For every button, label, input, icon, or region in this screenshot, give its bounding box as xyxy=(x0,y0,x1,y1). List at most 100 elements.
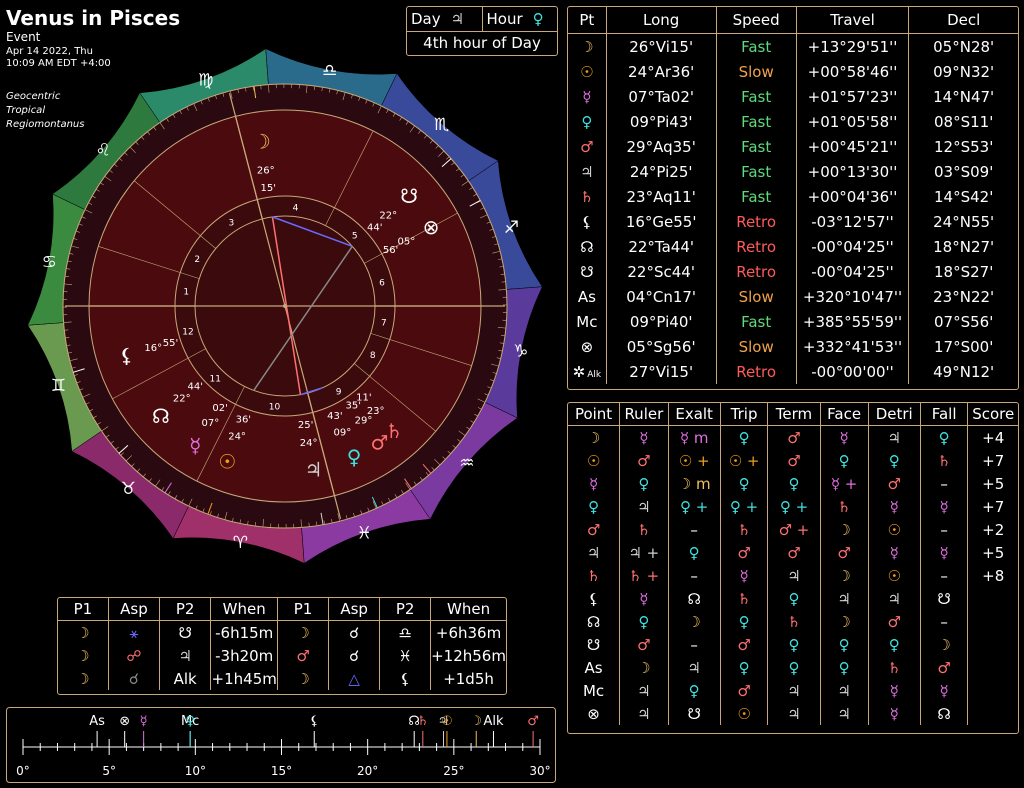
aspect-glyph: ☽ xyxy=(277,667,329,690)
pos-header-3: Travel xyxy=(795,7,909,34)
table-row: ♀ ♃ ♀ + ♀ + ♀ + ♄ ☿ ☿ +7 xyxy=(568,495,1018,518)
dignity-cell: ☉ xyxy=(719,702,768,725)
dignity-header-5: Face xyxy=(819,403,869,426)
aspect-header-0: P1 xyxy=(58,598,109,621)
dignity-cell: ♃ xyxy=(619,702,669,725)
dignity-cell: ♀ xyxy=(719,656,768,679)
dignity-cell: ♄ xyxy=(919,449,968,472)
hour-label: Hour xyxy=(486,10,523,28)
longitude-cell: 07°Ta02' xyxy=(605,84,717,109)
dignity-cell: ♃ xyxy=(619,495,669,518)
dignity-cell: ♄ xyxy=(586,566,601,585)
dignity-cell: ♀ xyxy=(819,656,869,679)
zodiac-sign-icon: ♎ xyxy=(322,61,337,81)
aspect-when: -6h15m xyxy=(210,620,278,644)
dignity-cell: +8 xyxy=(967,564,1018,587)
point-glyph: ☋ xyxy=(580,262,594,281)
pos-header-1: Long xyxy=(605,7,717,34)
dignity-cell: ♃ xyxy=(867,587,921,610)
aspect-glyph: ☽ xyxy=(277,620,329,644)
zodiac-sign-icon: ♌ xyxy=(95,140,110,160)
house-number: 7 xyxy=(381,318,387,328)
natal-wheel[interactable]: ♈♉♊♋♌♍ ♎♏♐♑♒♓123456789101112☽26°15'☉24°36… xyxy=(25,46,545,566)
aspect-when: -3h20m xyxy=(210,644,278,667)
dignity-cell: ☿ xyxy=(819,425,869,449)
speed-cell: Retro xyxy=(715,209,797,234)
positions-table: Pt Long Speed Travel Decl ☽ 26°Vi15' Fast +13°2… xyxy=(568,7,1018,384)
planet-icon: ☊ xyxy=(152,404,170,428)
aspect-glyph: ☍ xyxy=(107,644,160,667)
table-row: Mc 09°Pi40' Fast +385°55'59'' 07°S56' xyxy=(568,309,1018,334)
table-row: ⚸ ☿ ☊ ♄ ♀ ♃ ♃ ☋ xyxy=(568,587,1018,610)
planet-degree: 24° xyxy=(228,431,246,442)
aspects-table: P1 Asp P2 When P1 Asp P2 When ☽ ⚹ ☋ -6h15m ☽ ☌ ♎ +6h36… xyxy=(58,598,506,690)
declination-cell: 05°N28' xyxy=(908,33,1018,59)
house-number: 10 xyxy=(269,402,281,412)
dignity-cell: ☽ xyxy=(819,610,869,633)
table-row: ☊ 22°Ta44' Retro -00°04'25'' 18°N27' xyxy=(568,234,1018,259)
declination-cell: 07°S56' xyxy=(908,309,1018,334)
longitude-cell: 09°Pi43' xyxy=(605,109,717,134)
dignity-cell: ♃ xyxy=(819,679,869,702)
dignity-cell: ☿ xyxy=(619,587,669,610)
house-number: 1 xyxy=(183,288,189,298)
planet-icon: ☿ xyxy=(189,434,201,458)
aspect-glyph: ☽ xyxy=(76,646,90,665)
aspect-when: +1d5h xyxy=(430,667,506,690)
planet-minute: 43' xyxy=(327,411,342,422)
dignity-cell: ♂ + xyxy=(767,518,821,541)
dignity-cell: +7 xyxy=(967,449,1018,472)
planet-degree: 29° xyxy=(355,415,373,426)
dignity-cell: ☉ xyxy=(867,564,921,587)
planet-icon: ☋ xyxy=(568,259,606,284)
dignity-cell xyxy=(967,679,1018,702)
speed-cell: Fast xyxy=(715,184,797,209)
planet-icon: ☽ xyxy=(253,130,271,154)
table-row: ⊗ 05°Sg56' Slow +332°41'53'' 17°S00' xyxy=(568,334,1018,359)
table-row: ☽ ⚹ ☋ -6h15m ☽ ☌ ♎ +6h36m xyxy=(58,620,506,644)
dignity-cell: ♂ xyxy=(767,541,821,564)
planet-icon: ✲ Alk xyxy=(568,359,606,384)
degree-strip[interactable]: 0° 5° 10° 15° 20° 25° 30°As ⊗ ☿ Mc♀ ⚸ ☊♄ ♃☉ ☽ Alk ♂ xyxy=(6,707,556,783)
aspect-glyph: ♃ xyxy=(159,644,211,667)
dignity-cell: ☽ xyxy=(819,564,869,587)
dignity-header-2: Exalt xyxy=(667,403,721,426)
dignity-cell: ♃ + xyxy=(619,541,669,564)
dignity-cell: ♀ + xyxy=(667,495,721,518)
table-row: ☿ ♀ ☽ m ♀ ♀ ☿ + ♂ – +5 xyxy=(568,472,1018,495)
strip-tick-label: 30° xyxy=(529,764,550,778)
dignity-cell: Mc xyxy=(582,681,605,700)
declination-cell: 18°N27' xyxy=(908,234,1018,259)
dignity-cell: ☉ + xyxy=(667,449,721,472)
planet-icon: ⚸ xyxy=(568,209,606,234)
table-row: ☋ ♂ – ♂ ♀ ♀ ♀ ☽ xyxy=(568,633,1018,656)
aspect-glyph: △ xyxy=(327,667,380,690)
aspect-glyph: ♎ xyxy=(379,620,431,644)
dignity-cell: ♂ xyxy=(719,541,768,564)
aspect-glyph: ☽ xyxy=(76,623,90,642)
zodiac-sign-icon: ♏ xyxy=(434,115,449,135)
house-number: 2 xyxy=(194,255,200,265)
dignity-cell: ♀ xyxy=(767,633,821,656)
dignity-cell: ☿ xyxy=(919,679,968,702)
planet-degree: 09° xyxy=(334,427,352,438)
point-sub: Alk xyxy=(587,369,602,380)
house-number: 11 xyxy=(210,375,221,385)
speed-cell: Fast xyxy=(715,109,797,134)
dignity-cell: ♀ xyxy=(667,679,721,702)
travel-cell: +13°29'51'' xyxy=(795,33,909,59)
dignity-cell: +2 xyxy=(967,518,1018,541)
dignity-cell: ♀ xyxy=(719,425,768,449)
positions-panel: Pt Long Speed Travel Decl ☽ 26°Vi15' Fast +13°2… xyxy=(567,6,1019,390)
dignity-cell: ☿ xyxy=(919,541,968,564)
planet-degree: 05° xyxy=(398,236,416,247)
table-row: ✲ Alk 27°Vi15' Retro -00°00'00'' 49°N12' xyxy=(568,359,1018,384)
planet-icon: ☋ xyxy=(400,184,418,208)
travel-cell: -03°12'57'' xyxy=(795,209,909,234)
declination-cell: 18°S27' xyxy=(908,259,1018,284)
planet-degree: 22° xyxy=(379,210,397,221)
travel-cell: -00°00'00'' xyxy=(795,359,909,384)
strip-marker: As xyxy=(89,714,105,729)
declination-cell: 09°N32' xyxy=(908,59,1018,84)
speed-cell: Slow xyxy=(715,59,797,84)
